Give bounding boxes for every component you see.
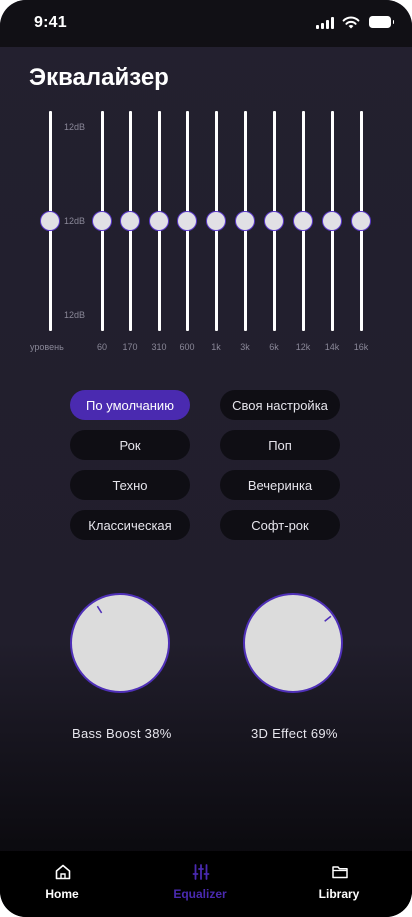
band-12k-slider-thumb[interactable] — [293, 211, 313, 231]
equalizer-icon — [192, 864, 210, 880]
bass-dial-indicator — [96, 605, 103, 614]
preset-button[interactable]: Вечеринка — [220, 470, 340, 500]
band-3k-slider-thumb[interactable] — [235, 211, 255, 231]
nav-equalizer-label: Equalizer — [173, 887, 227, 901]
folder-icon — [332, 866, 348, 879]
level-label: уровень — [30, 342, 64, 352]
band-label: 16k — [353, 342, 369, 352]
band-label: 170 — [122, 342, 138, 352]
band-label: 3k — [240, 342, 250, 352]
db-mid-label: 12dB — [64, 216, 86, 226]
bottom-nav: Home Equalizer Library — [0, 851, 412, 917]
bass-boost-dial[interactable] — [70, 593, 170, 693]
bass-boost-label: Bass Boost 38% — [72, 726, 172, 741]
preset-button[interactable]: Своя настройка — [220, 390, 340, 420]
nav-home[interactable]: Home — [7, 851, 117, 917]
nav-library-label: Library — [318, 887, 360, 901]
preset-button[interactable]: По умолчанию — [70, 390, 190, 420]
band-label: 14k — [324, 342, 340, 352]
band-170-slider-thumb[interactable] — [120, 211, 140, 231]
band-label: 310 — [151, 342, 167, 352]
preset-button[interactable]: Рок — [70, 430, 190, 460]
db-bottom-label: 12dB — [64, 310, 86, 320]
preset-button[interactable]: Софт-рок — [220, 510, 340, 540]
band-14k-slider-thumb[interactable] — [322, 211, 342, 231]
band-label: 6k — [269, 342, 279, 352]
home-icon — [55, 864, 71, 880]
band-310-slider-thumb[interactable] — [149, 211, 169, 231]
level-slider-thumb[interactable] — [40, 211, 60, 231]
band-16k-slider-thumb[interactable] — [351, 211, 371, 231]
band-60-slider-thumb[interactable] — [92, 211, 112, 231]
preset-button[interactable]: Классическая — [70, 510, 190, 540]
band-600-slider-thumb[interactable] — [177, 211, 197, 231]
preset-button[interactable]: Техно — [70, 470, 190, 500]
preset-button[interactable]: Поп — [220, 430, 340, 460]
nav-library[interactable]: Library — [284, 851, 394, 917]
equalizer-panel: 12dB 12dB 12dB уровень 60 170 310 600 1k 3k 6k… — [0, 0, 412, 360]
effect3d-dial-indicator — [324, 615, 332, 622]
phone-screen: 9:41 Эквалайзер 12dB 12dB 12dB уровень 6… — [0, 0, 412, 917]
nav-home-label: Home — [45, 887, 79, 901]
band-label: 12k — [295, 342, 311, 352]
band-1k-slider-thumb[interactable] — [206, 211, 226, 231]
band-label: 60 — [96, 342, 107, 352]
nav-equalizer[interactable]: Equalizer — [145, 851, 255, 917]
effect3d-dial[interactable] — [243, 593, 343, 693]
effect3d-label: 3D Effect 69% — [251, 726, 338, 741]
band-label: 600 — [179, 342, 195, 352]
db-top-label: 12dB — [64, 122, 86, 132]
band-label: 1k — [211, 342, 221, 352]
band-6k-slider-thumb[interactable] — [264, 211, 284, 231]
